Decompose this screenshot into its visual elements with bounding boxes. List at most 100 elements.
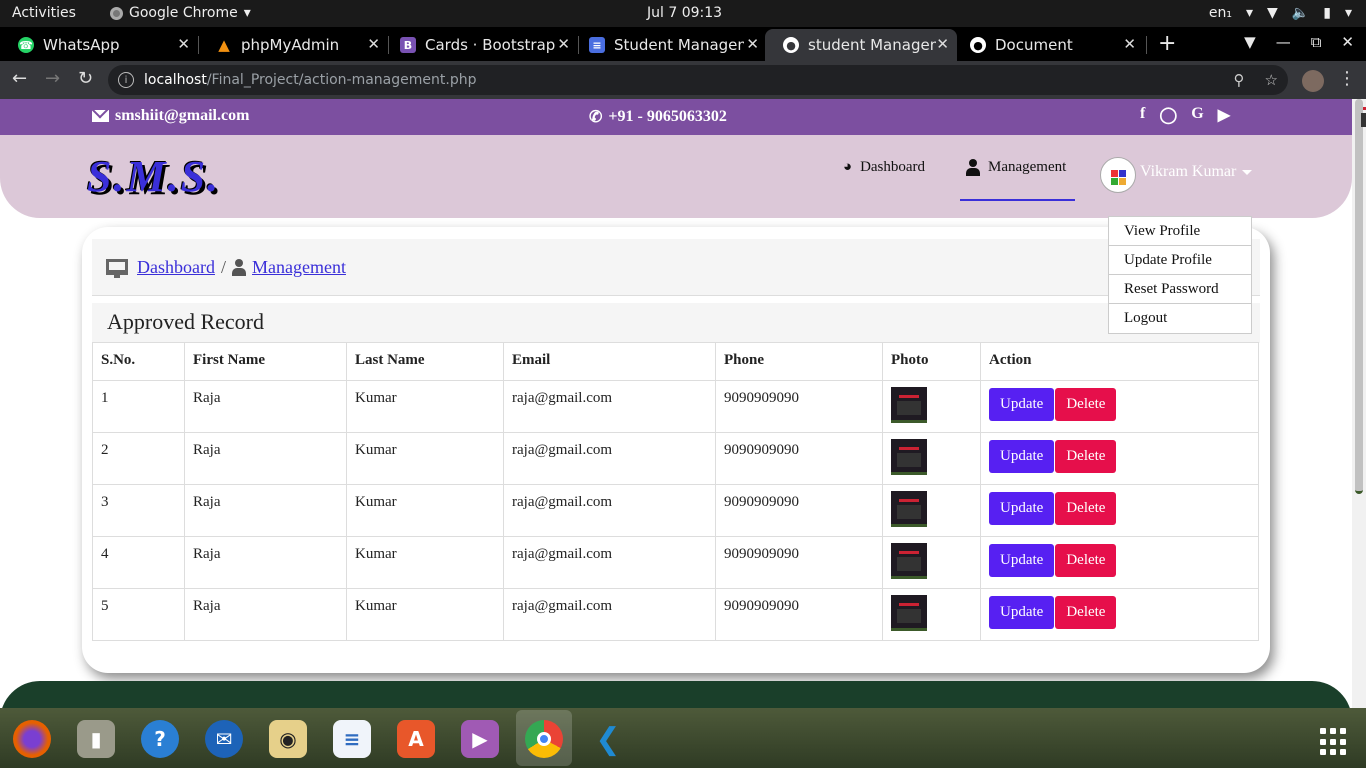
menu-item-update-profile[interactable]: Update Profile [1109,246,1251,275]
breadcrumb-dashboard-link[interactable]: Dashboard [137,257,215,278]
scrollbar-thumb[interactable] [1355,99,1366,494]
menu-item-logout[interactable]: Logout [1109,304,1251,333]
envelope-icon [92,110,109,122]
update-button[interactable]: Update [989,544,1055,577]
menu-item-view-profile[interactable]: View Profile [1109,217,1251,246]
facebook-icon[interactable]: f [1140,105,1145,125]
breadcrumb-separator: / [220,256,226,277]
student-photo [891,387,927,423]
cell-email: raja@gmail.com [503,484,716,537]
approved-records-table: S.No. First Name Last Name Email Phone P… [92,342,1259,641]
site-footer [0,681,1352,708]
delete-button[interactable]: Delete [1055,492,1117,525]
battery-icon: ▮ [1323,5,1331,21]
column-header: Phone [715,342,883,381]
table-row: 1 Raja Kumar raja@gmail.com 9090909090 U… [92,380,1259,433]
delete-button[interactable]: Delete [1055,440,1117,473]
table-row: 5 Raja Kumar raja@gmail.com 9090909090 U… [92,588,1259,641]
tab-search-icon[interactable]: ▼ [1244,33,1256,51]
tab-title: Cards · Bootstrap [425,36,555,54]
column-header: Email [503,342,716,381]
address-bar[interactable]: i localhost/Final_Project/action-managem… [108,65,1288,95]
cell-phone: 9090909090 [715,380,883,433]
column-header: Photo [882,342,981,381]
help-icon[interactable]: ? [141,720,179,758]
close-icon[interactable]: ✕ [177,35,190,53]
chrome-icon[interactable] [525,720,563,758]
user-name: Vikram Kumar [1140,163,1237,180]
maximize-icon[interactable]: ⧉ [1311,33,1322,51]
bookmark-star-icon[interactable]: ☆ [1265,71,1278,89]
delete-button[interactable]: Delete [1055,596,1117,629]
user-menu-toggle[interactable]: Vikram Kumar [1140,163,1253,181]
menu-item-reset-password[interactable]: Reset Password [1109,275,1251,304]
system-tray[interactable]: en₁ ▾ ▼ 🔈 ▮ ▾ [1209,5,1352,21]
close-icon[interactable]: ✕ [367,35,380,53]
zoom-icon[interactable]: ⚲ [1234,71,1245,89]
tab-student-management-docs[interactable]: ≡ Student Managem ✕ [571,29,767,61]
cell-first-name: Raja [184,432,347,485]
tab-phpmyadmin[interactable]: ▲ phpMyAdmin ✕ [198,29,388,61]
minimize-icon[interactable]: — [1276,33,1291,51]
user-avatar[interactable] [1100,157,1136,193]
cell-action: Update Delete [980,484,1259,537]
bootstrap-icon: B [400,37,416,53]
page-scrollbar[interactable] [1352,99,1366,708]
contact-strip: smshiit@gmail.com ✆ +91 - 9065063302 f ◯… [0,99,1352,135]
close-icon[interactable]: ✕ [1123,35,1136,53]
delete-button[interactable]: Delete [1055,388,1117,421]
close-icon[interactable]: ✕ [557,35,570,53]
nav-management[interactable]: Management [966,159,1066,176]
libreoffice-writer-icon[interactable]: ≡ [333,720,371,758]
close-icon[interactable]: ✕ [936,35,949,53]
forward-icon[interactable]: → [45,68,60,89]
instagram-icon[interactable]: ◯ [1159,105,1177,125]
profile-avatar-icon[interactable] [1302,70,1324,92]
cell-phone: 9090909090 [715,588,883,641]
tab-whatsapp[interactable]: ☎ WhatsApp ✕ [0,29,198,61]
site-info-icon[interactable]: i [118,72,134,88]
breadcrumb-management-link[interactable]: Management [252,257,346,278]
files-icon[interactable]: ▮ [77,720,115,758]
update-button[interactable]: Update [989,596,1055,629]
cell-photo [882,588,981,641]
new-tab-button[interactable]: + [1158,31,1176,56]
app-menu[interactable]: Google Chrome ▾ [110,5,251,21]
column-header: First Name [184,342,347,381]
youtube-icon[interactable]: ▶ [1218,105,1230,125]
software-center-icon[interactable]: A [397,720,435,758]
google-icon[interactable]: G [1191,105,1203,125]
table-row: 2 Raja Kumar raja@gmail.com 9090909090 U… [92,432,1259,485]
clock[interactable]: Jul 7 09:13 [647,5,722,21]
page-viewport: smshiit@gmail.com ✆ +91 - 9065063302 f ◯… [0,99,1352,708]
delete-button[interactable]: Delete [1055,544,1117,577]
student-photo [891,543,927,579]
reload-icon[interactable]: ↻ [78,68,93,89]
rhythmbox-icon[interactable]: ◉ [269,720,307,758]
cell-photo [882,432,981,485]
vscode-icon[interactable]: ❮ [589,720,627,758]
update-button[interactable]: Update [989,492,1055,525]
show-applications-icon[interactable] [1320,728,1348,756]
thunderbird-icon[interactable]: ✉ [205,720,243,758]
nav-dashboard[interactable]: ◕ Dashboard [843,159,925,176]
close-window-icon[interactable]: ✕ [1341,33,1354,51]
update-button[interactable]: Update [989,440,1055,473]
input-language[interactable]: en₁ [1209,5,1232,21]
cell-sno: 5 [92,588,185,641]
social-links: f ◯ G ▶ [1140,105,1230,125]
firefox-icon[interactable] [13,720,51,758]
site-logo[interactable]: S.M.S. [87,151,220,202]
cell-last-name: Kumar [346,380,504,433]
tab-student-management-active[interactable]: ● student Managem ✕ [765,29,957,61]
update-button[interactable]: Update [989,388,1055,421]
tab-bootstrap[interactable]: B Cards · Bootstrap ✕ [382,29,578,61]
close-icon[interactable]: ✕ [746,35,759,53]
contact-email-text: smshiit@gmail.com [115,107,250,124]
videos-icon[interactable]: ▶ [461,720,499,758]
activities-button[interactable]: Activities [12,5,76,21]
url-host: localhost [144,72,207,88]
back-icon[interactable]: ← [12,68,27,89]
menu-dots-icon[interactable]: ⋮ [1338,68,1356,89]
tab-document[interactable]: ● Document ✕ [952,29,1144,61]
